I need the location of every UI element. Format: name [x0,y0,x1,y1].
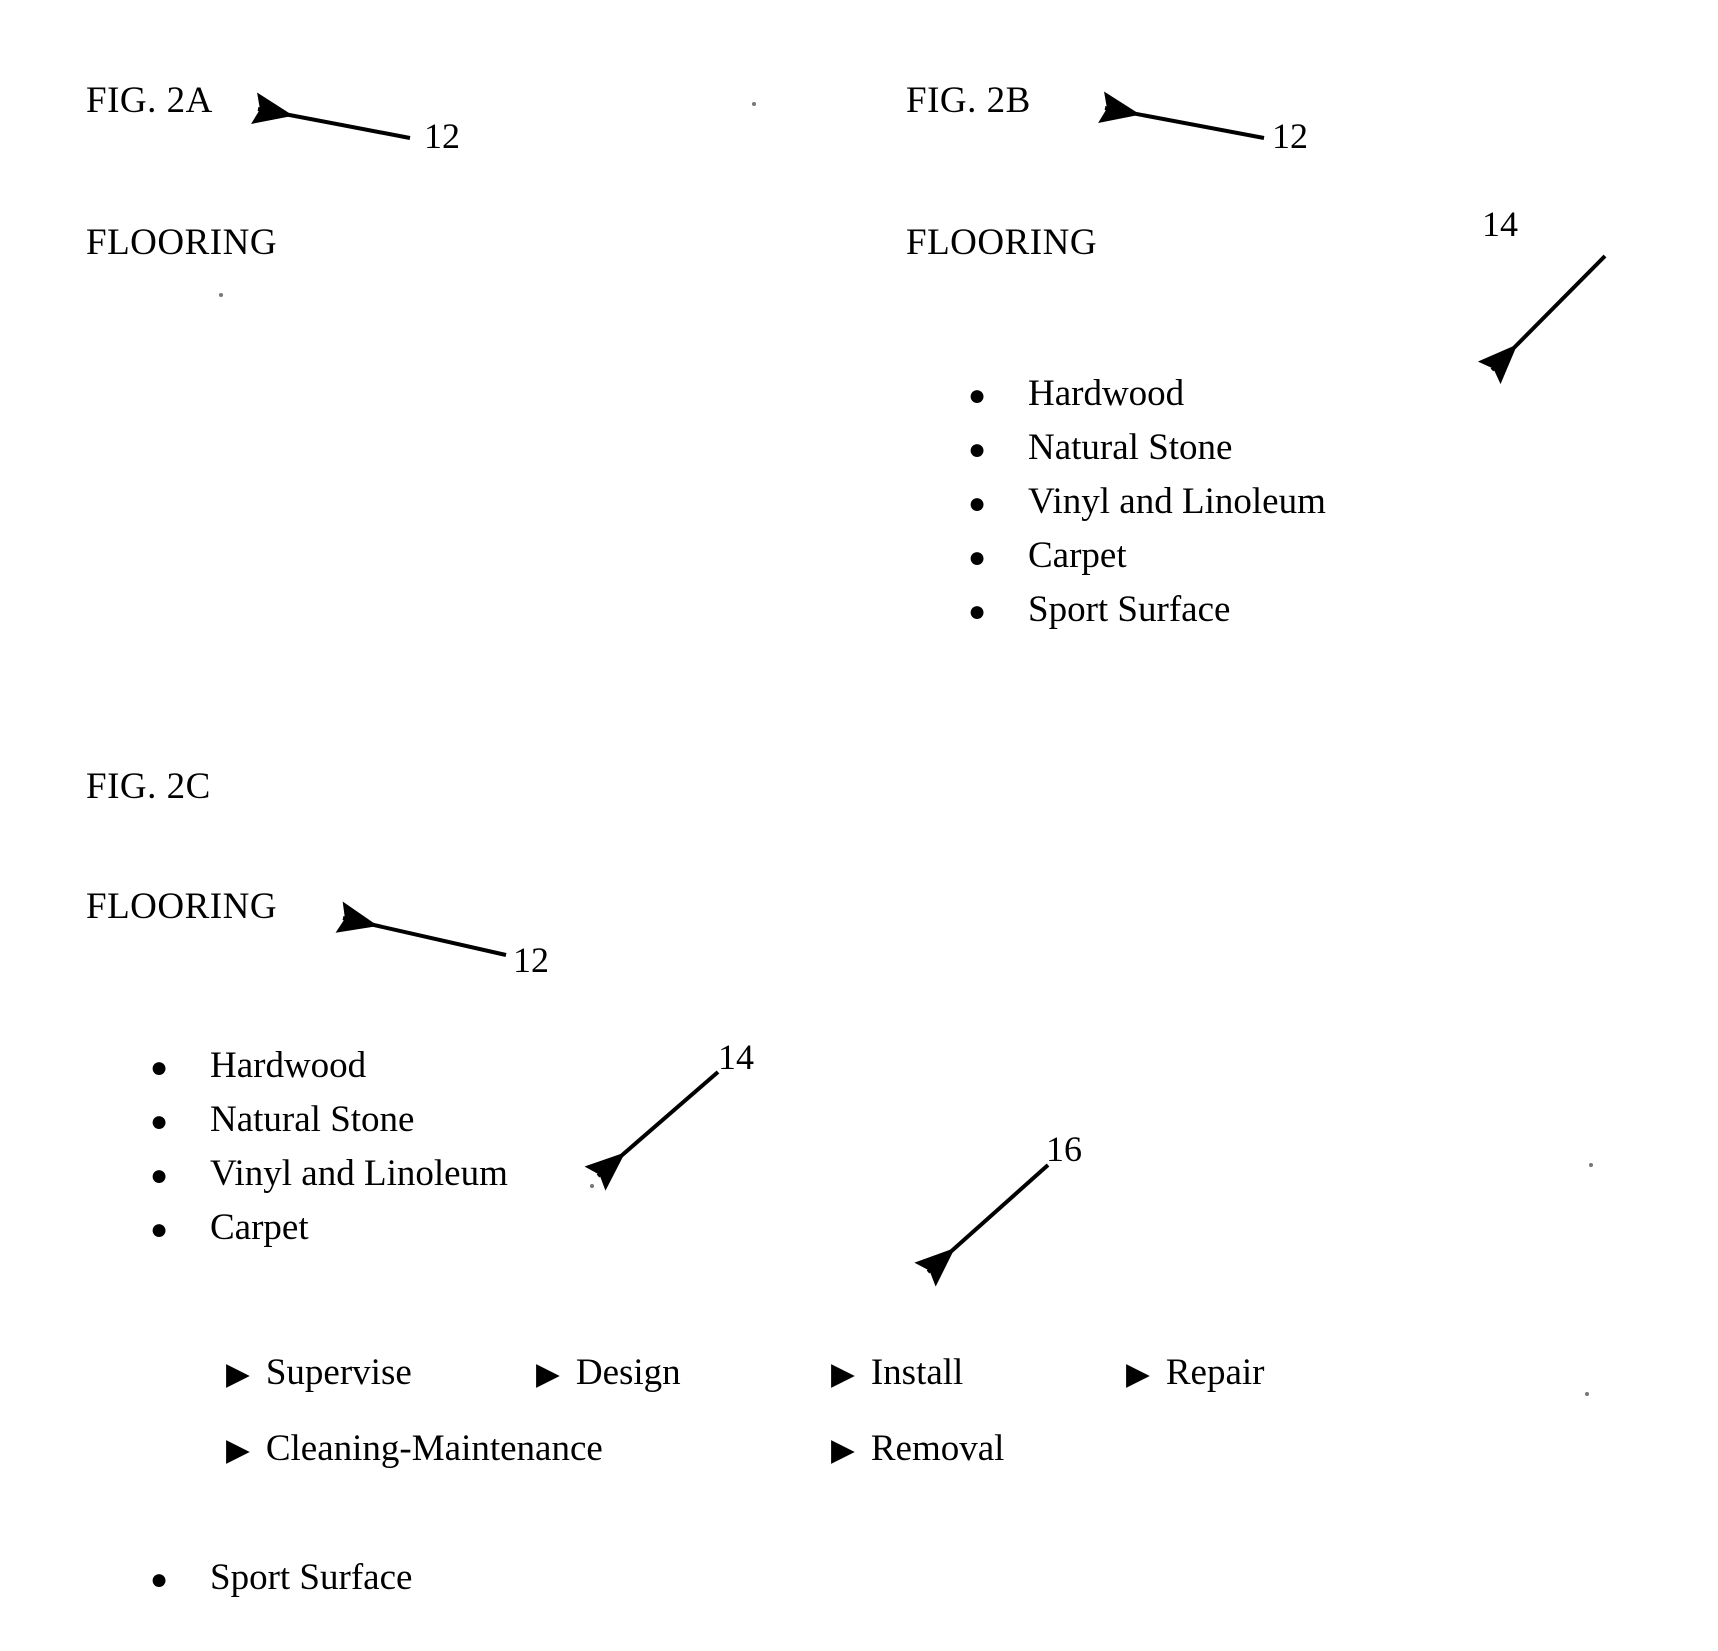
reference-numeral-14-fig2b: 14 [1482,204,1518,244]
reference-numeral-12-fig2a: 12 [424,116,460,156]
sub-item-install: Install [831,1348,1126,1399]
figure-label-2c: FIG. 2C [86,766,211,807]
scan-speck [1585,1392,1589,1396]
list-item: Vinyl and Linoleum [968,476,1326,530]
bullet-icon [150,1096,210,1148]
list-item-label: Carpet [1028,535,1127,576]
flooring-list-fig2c: Hardwood Natural Stone Vinyl and Linoleu… [150,1040,508,1256]
heading-flooring-fig2a: FLOORING [86,222,278,263]
bullet-icon [968,370,1028,422]
list-item: Hardwood [968,368,1326,422]
figure-label-2b: FIG. 2B [906,80,1031,121]
patent-figure-sheet: FIG. 2A 12 FLOORING FIG. 2B 12 FLOORING … [0,0,1718,1651]
flooring-list-fig2c-tail: Sport Surface [150,1552,412,1606]
sub-item-cleaning-maintenance: Cleaning-Maintenance [226,1424,831,1475]
list-item-label: Vinyl and Linoleum [1028,481,1326,522]
list-item-label: Sport Surface [210,1557,413,1598]
heading-flooring-fig2b: FLOORING [906,222,1098,263]
scan-speck [752,102,756,106]
sub-item-label: Design [575,1352,681,1393]
leader-line-14-fig2c [584,1070,720,1191]
triangle-bullet-icon [536,1349,560,1399]
sub-item-label: Cleaning-Maintenance [265,1428,603,1469]
sub-item-repair: Repair [1126,1348,1265,1399]
bullet-icon [968,478,1028,530]
triangle-bullet-icon [226,1425,250,1475]
list-item-label: Natural Stone [1028,427,1233,468]
scan-speck [219,293,223,297]
sub-item-label: Install [870,1352,964,1393]
sub-item-label: Supervise [265,1352,412,1393]
sub-item-supervise: Supervise [226,1348,536,1399]
list-item: Vinyl and Linoleum [150,1148,508,1202]
carpet-sub-items-row-2: Cleaning-Maintenance Removal [226,1424,1005,1475]
list-item-label: Natural Stone [210,1099,415,1140]
list-item-label: Hardwood [1028,373,1185,414]
reference-numeral-12-fig2b: 12 [1272,116,1308,156]
reference-numeral-16-fig2c: 16 [1046,1129,1082,1169]
bullet-icon [968,586,1028,638]
list-item: Natural Stone [968,422,1326,476]
scan-speck [590,1184,594,1188]
list-item: Carpet [150,1202,508,1256]
list-item: Natural Stone [150,1094,508,1148]
bullet-icon [150,1554,210,1606]
sub-item-removal: Removal [831,1424,1005,1475]
leader-line-12-fig2c [335,901,507,957]
list-item-label: Vinyl and Linoleum [210,1153,508,1194]
bullet-icon [150,1042,210,1094]
triangle-bullet-icon [1126,1349,1150,1399]
list-item: Sport Surface [150,1552,412,1606]
reference-numeral-14-fig2c: 14 [718,1037,754,1077]
bullet-icon [150,1150,210,1202]
sub-item-label: Repair [1165,1352,1265,1393]
bullet-icon [968,532,1028,584]
reference-numeral-12-fig2c: 12 [513,940,549,980]
list-item: Hardwood [150,1040,508,1094]
leader-line-16-fig2c [914,1163,1050,1287]
flooring-list-fig2b: Hardwood Natural Stone Vinyl and Linoleu… [968,368,1326,638]
triangle-bullet-icon [831,1349,855,1399]
carpet-sub-items-row-1: Supervise Design Install Repair [226,1348,1265,1399]
bullet-icon [968,424,1028,476]
triangle-bullet-icon [831,1425,855,1475]
bullet-icon [150,1204,210,1256]
list-item-label: Sport Surface [1028,589,1231,630]
list-item: Sport Surface [968,584,1326,638]
scan-speck [1589,1163,1593,1167]
figure-label-2a: FIG. 2A [86,80,213,121]
list-item-label: Carpet [210,1207,309,1248]
list-item-label: Hardwood [210,1045,367,1086]
triangle-bullet-icon [226,1349,250,1399]
heading-flooring-fig2c: FLOORING [86,886,278,927]
list-item: Carpet [968,530,1326,584]
leader-line-12-fig2a [251,92,411,140]
leader-line-14-fig2b [1477,254,1607,385]
sub-item-design: Design [536,1348,831,1399]
leader-line-12-fig2b [1098,91,1265,140]
sub-item-label: Removal [870,1428,1005,1469]
